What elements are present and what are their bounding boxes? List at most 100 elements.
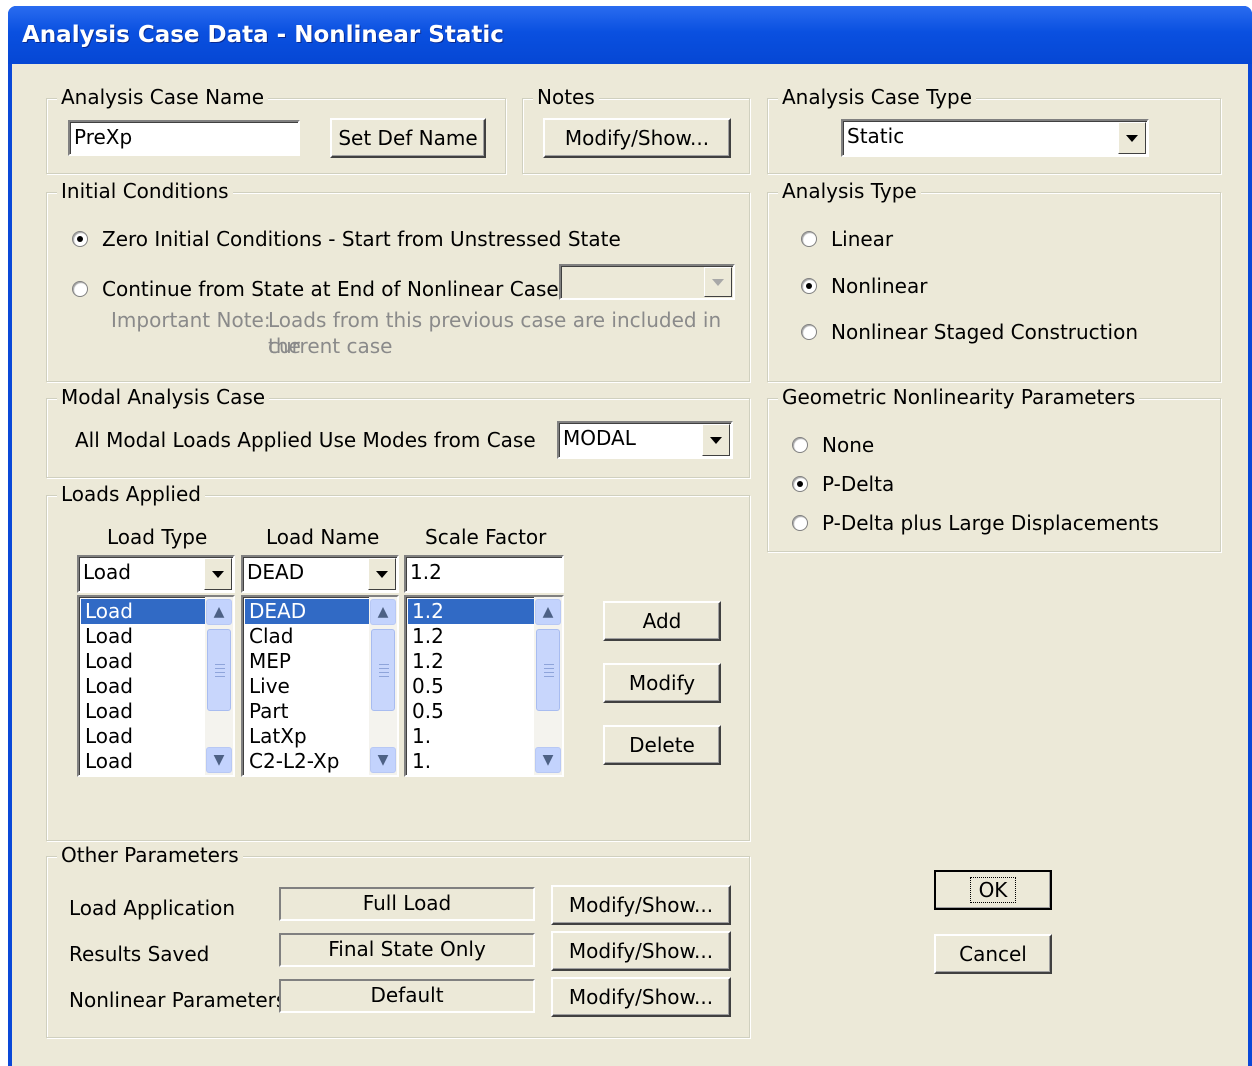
radio-zero-initial-conditions[interactable]: Zero Initial Conditions - Start from Uns… bbox=[72, 227, 621, 251]
nonlinear-case-dropdown-button[interactable] bbox=[704, 267, 732, 297]
list-item[interactable]: Part bbox=[245, 699, 369, 724]
radio-p-delta-large-displacements[interactable]: P-Delta plus Large Displacements bbox=[792, 511, 1159, 535]
scroll-down-icon[interactable]: ▼ bbox=[206, 747, 232, 773]
radio-label: Nonlinear Staged Construction bbox=[831, 320, 1138, 344]
radio-label: None bbox=[822, 433, 875, 457]
list-item[interactable]: Load bbox=[81, 724, 205, 749]
scale-factor-input[interactable]: 1.2 bbox=[404, 555, 564, 593]
results-saved-value: Final State Only bbox=[279, 933, 535, 967]
list-item[interactable]: Load bbox=[81, 674, 205, 699]
load-name-list[interactable]: DEAD Clad MEP Live Part LatXp C2-L2-Xp ▲ bbox=[241, 595, 399, 777]
title-bar[interactable]: Analysis Case Data - Nonlinear Static bbox=[8, 6, 1252, 64]
load-type-select[interactable]: Load bbox=[77, 555, 235, 593]
radio-linear[interactable]: Linear bbox=[801, 227, 893, 251]
radio-button[interactable] bbox=[792, 515, 808, 531]
list-item[interactable]: LatXp bbox=[245, 724, 369, 749]
geometric-nonlinearity-legend: Geometric Nonlinearity Parameters bbox=[778, 385, 1140, 409]
list-item[interactable]: 1. bbox=[408, 724, 534, 749]
nonlinear-parameters-modify-show-button[interactable]: Modify/Show... bbox=[551, 977, 731, 1017]
radio-none[interactable]: None bbox=[792, 433, 874, 457]
grip-icon bbox=[544, 672, 554, 673]
list-item[interactable]: 1.2 bbox=[408, 624, 534, 649]
list-item[interactable]: Load bbox=[81, 599, 205, 624]
load-name-dropdown-button[interactable] bbox=[368, 558, 396, 590]
chevron-down-icon bbox=[712, 278, 724, 286]
nonlinear-case-select[interactable] bbox=[559, 264, 735, 300]
scroll-down-icon[interactable]: ▼ bbox=[535, 747, 561, 773]
delete-load-button[interactable]: Delete bbox=[603, 725, 721, 765]
window-title: Analysis Case Data - Nonlinear Static bbox=[22, 22, 504, 48]
scroll-thumb[interactable] bbox=[207, 629, 231, 711]
analysis-case-name-input[interactable]: PreXp bbox=[68, 120, 300, 156]
scroll-down-icon[interactable]: ▼ bbox=[370, 747, 396, 773]
list-item[interactable]: Load bbox=[81, 649, 205, 674]
load-application-modify-show-button[interactable]: Modify/Show... bbox=[551, 885, 731, 925]
list-item[interactable]: Live bbox=[245, 674, 369, 699]
load-type-scrollbar[interactable]: ▲ ▼ bbox=[205, 597, 233, 775]
load-name-scrollbar[interactable]: ▲ ▼ bbox=[369, 597, 397, 775]
cancel-button[interactable]: Cancel bbox=[934, 934, 1052, 974]
list-item[interactable]: 0.5 bbox=[408, 674, 534, 699]
scale-factor-scrollbar[interactable]: ▲ ▼ bbox=[534, 597, 562, 775]
list-item[interactable]: C2-L2-Xp bbox=[245, 749, 369, 774]
grip-icon bbox=[215, 672, 225, 673]
analysis-case-type-select[interactable]: Static bbox=[841, 119, 1149, 157]
list-item[interactable]: DEAD bbox=[245, 599, 369, 624]
ok-button[interactable]: OK bbox=[934, 870, 1052, 910]
results-saved-modify-show-button[interactable]: Modify/Show... bbox=[551, 931, 731, 971]
radio-button[interactable] bbox=[72, 281, 88, 297]
scroll-up-icon[interactable]: ▲ bbox=[370, 599, 396, 625]
analysis-case-type-dropdown-button[interactable] bbox=[1118, 122, 1146, 154]
analysis-type-legend: Analysis Type bbox=[778, 179, 921, 203]
list-item[interactable]: Load bbox=[81, 699, 205, 724]
modal-case-select[interactable]: MODAL bbox=[557, 421, 733, 459]
list-item[interactable]: 1.2 bbox=[408, 599, 534, 624]
initial-conditions-legend: Initial Conditions bbox=[57, 179, 233, 203]
scale-factor-list[interactable]: 1.2 1.2 1.2 0.5 0.5 1. 1. ▲ ▼ bbox=[404, 595, 564, 777]
radio-nonlinear-staged-construction[interactable]: Nonlinear Staged Construction bbox=[801, 320, 1138, 344]
list-item[interactable]: 1.2 bbox=[408, 649, 534, 674]
other-parameters-group: Other Parameters Load Application Full L… bbox=[46, 843, 750, 1038]
scroll-thumb[interactable] bbox=[371, 629, 395, 711]
radio-button[interactable] bbox=[801, 231, 817, 247]
load-name-value: DEAD bbox=[247, 560, 305, 584]
radio-button[interactable] bbox=[72, 231, 88, 247]
modal-loads-label: All Modal Loads Applied Use Modes from C… bbox=[75, 428, 536, 452]
radio-continue-from-nonlinear-case[interactable]: Continue from State at End of Nonlinear … bbox=[72, 277, 559, 301]
scroll-up-icon[interactable]: ▲ bbox=[206, 599, 232, 625]
list-item[interactable]: 1. bbox=[408, 749, 534, 774]
notes-modify-show-button[interactable]: Modify/Show... bbox=[543, 118, 731, 158]
grip-icon bbox=[215, 664, 225, 665]
list-item[interactable]: Load bbox=[81, 624, 205, 649]
column-header-load-type: Load Type bbox=[107, 525, 208, 549]
radio-p-delta[interactable]: P-Delta bbox=[792, 472, 894, 496]
results-saved-label: Results Saved bbox=[69, 942, 210, 966]
modal-case-dropdown-button[interactable] bbox=[702, 424, 730, 456]
radio-button[interactable] bbox=[792, 476, 808, 492]
radio-button[interactable] bbox=[801, 324, 817, 340]
list-item[interactable]: Clad bbox=[245, 624, 369, 649]
radio-button[interactable] bbox=[801, 278, 817, 294]
modify-load-button[interactable]: Modify bbox=[603, 663, 721, 703]
chevron-down-icon bbox=[1126, 134, 1138, 142]
radio-nonlinear[interactable]: Nonlinear bbox=[801, 274, 927, 298]
load-type-value: Load bbox=[83, 560, 131, 584]
list-item[interactable]: MEP bbox=[245, 649, 369, 674]
list-item[interactable]: 0.5 bbox=[408, 699, 534, 724]
load-type-items: Load Load Load Load Load Load Load bbox=[81, 599, 205, 774]
grip-icon bbox=[379, 668, 389, 669]
add-load-button[interactable]: Add bbox=[603, 601, 721, 641]
load-type-dropdown-button[interactable] bbox=[204, 558, 232, 590]
load-type-list[interactable]: Load Load Load Load Load Load Load ▲ ▼ bbox=[77, 595, 235, 777]
important-note-label: Important Note: bbox=[111, 308, 271, 332]
scroll-thumb[interactable] bbox=[536, 629, 560, 711]
scroll-up-icon[interactable]: ▲ bbox=[535, 599, 561, 625]
radio-button[interactable] bbox=[792, 437, 808, 453]
set-def-name-button[interactable]: Set Def Name bbox=[330, 118, 486, 158]
ok-button-label: OK bbox=[969, 877, 1017, 903]
radio-label: Linear bbox=[831, 227, 894, 251]
list-item[interactable]: Load bbox=[81, 749, 205, 774]
important-note-text-line2: current case bbox=[268, 334, 393, 358]
load-name-select[interactable]: DEAD bbox=[241, 555, 399, 593]
other-parameters-legend: Other Parameters bbox=[57, 843, 243, 867]
